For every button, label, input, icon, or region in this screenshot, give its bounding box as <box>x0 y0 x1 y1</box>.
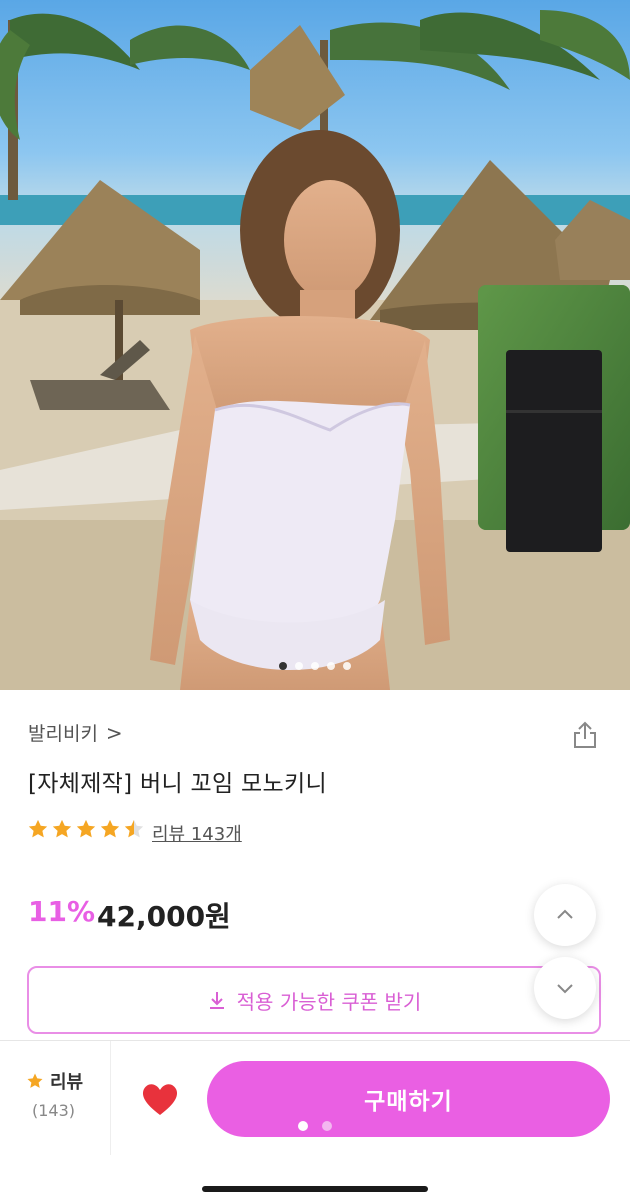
image-dot[interactable] <box>311 662 319 670</box>
home-indicator <box>202 1186 428 1192</box>
share-icon <box>574 721 596 748</box>
discount-rate: 11% <box>28 895 96 928</box>
image-dot[interactable] <box>279 662 287 670</box>
beach-photo <box>0 10 630 690</box>
image-dot[interactable] <box>327 662 335 670</box>
share-button[interactable] <box>570 720 600 750</box>
star-rating <box>27 818 145 840</box>
star-icon <box>28 819 48 838</box>
brand-name: 발리비키 <box>28 723 98 745</box>
review-label: 리뷰 <box>50 1072 84 1093</box>
scroll-down-button[interactable] <box>534 957 596 1019</box>
coupon-button[interactable]: 적용 가능한 쿠폰 받기 <box>27 966 601 1034</box>
page-dot <box>298 1121 308 1131</box>
scroll-up-button[interactable] <box>534 884 596 946</box>
brand-link[interactable]: 발리비키 > <box>28 719 123 746</box>
bottom-safe-area <box>0 1155 630 1200</box>
star-icon <box>27 1073 43 1088</box>
product-title: [자체제작] 버니 꼬임 모노키니 <box>28 771 327 797</box>
chevron-down-icon <box>557 984 573 994</box>
image-dot[interactable] <box>343 662 351 670</box>
bottom-action-bar: 리뷰 (143) 구매하기 <box>0 1040 630 1156</box>
half-star-icon <box>124 819 144 838</box>
coupon-label: 적용 가능한 쿠폰 받기 <box>236 989 422 1014</box>
chevron-up-icon <box>557 909 573 919</box>
review-count: (143) <box>32 1101 76 1120</box>
star-icon <box>100 819 120 838</box>
heart-icon[interactable] <box>140 1081 180 1117</box>
star-icon <box>76 819 96 838</box>
image-dot[interactable] <box>295 662 303 670</box>
page-dot <box>322 1121 332 1131</box>
star-icon <box>52 819 72 838</box>
buy-button[interactable]: 구매하기 <box>207 1061 610 1137</box>
image-pagination <box>0 662 630 670</box>
download-icon <box>209 992 224 1009</box>
price: 42,000원 <box>97 900 231 933</box>
product-image[interactable] <box>0 0 630 690</box>
page-indicator <box>298 1121 332 1131</box>
review-count-link[interactable]: 리뷰 143개 <box>152 820 242 846</box>
review-summary-button[interactable]: 리뷰 (143) <box>0 1041 111 1156</box>
chevron-right-icon: > <box>105 720 123 745</box>
